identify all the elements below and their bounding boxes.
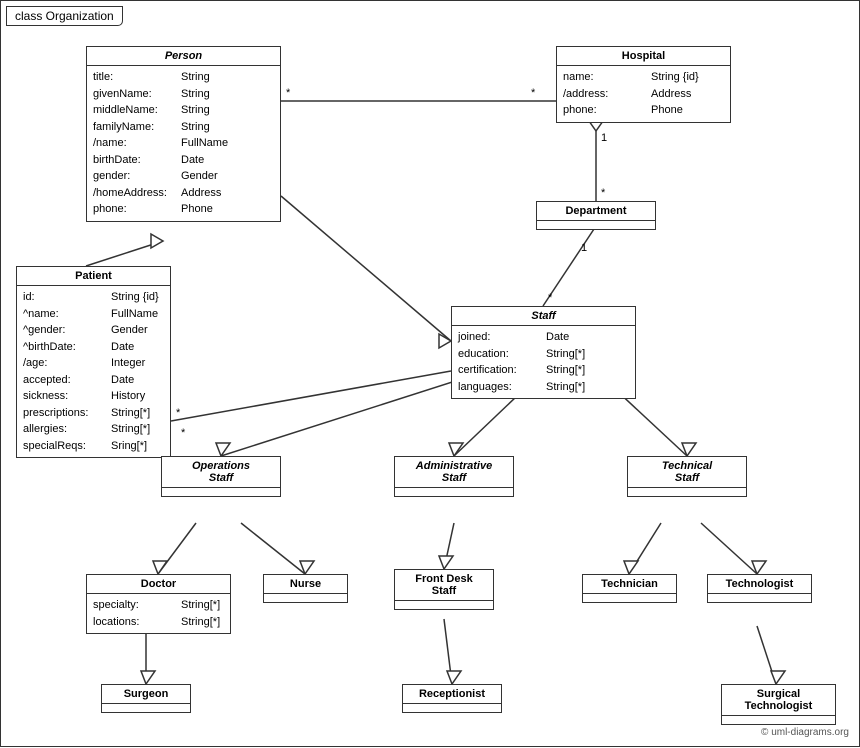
class-admin-staff: Administrative Staff (394, 456, 514, 497)
class-nurse: Nurse (263, 574, 348, 603)
nurse-attrs (264, 594, 347, 602)
technical-staff-attrs (628, 488, 746, 496)
technician-attrs (583, 594, 676, 602)
class-technical-staff: Technical Staff (627, 456, 747, 497)
technologist-attrs (708, 594, 811, 602)
department-attrs (537, 221, 655, 229)
svg-text:1: 1 (601, 132, 607, 144)
technician-header: Technician (583, 575, 676, 594)
staff-header: Staff (452, 307, 635, 326)
doctor-attrs: specialty:String[*] locations:String[*] (87, 594, 230, 633)
class-patient: Patient id:String {id} ^name:FullName ^g… (16, 266, 171, 458)
class-technician: Technician (582, 574, 677, 603)
receptionist-header: Receptionist (403, 685, 501, 704)
svg-text:*: * (601, 187, 606, 199)
department-header: Department (537, 202, 655, 221)
class-surgeon: Surgeon (101, 684, 191, 713)
receptionist-attrs (403, 704, 501, 712)
svg-text:*: * (531, 87, 536, 99)
class-operations-staff: Operations Staff (161, 456, 281, 497)
class-person: Person title:String givenName:String mid… (86, 46, 281, 222)
hospital-attrs: name:String {id} /address:Address phone:… (557, 66, 730, 122)
technologist-header: Technologist (708, 575, 811, 594)
nurse-header: Nurse (264, 575, 347, 594)
copyright: © uml-diagrams.org (761, 727, 849, 738)
class-front-desk: Front Desk Staff (394, 569, 494, 610)
class-staff: Staff joined:Date education:String[*] ce… (451, 306, 636, 399)
surgical-tech-attrs (722, 716, 835, 724)
operations-staff-attrs (162, 488, 280, 496)
diagram-title: class Organization (6, 6, 123, 26)
class-receptionist: Receptionist (402, 684, 502, 713)
patient-header: Patient (17, 267, 170, 286)
svg-text:*: * (176, 407, 181, 419)
svg-text:*: * (548, 292, 553, 304)
svg-text:1: 1 (581, 242, 587, 254)
class-surgical-technologist: Surgical Technologist (721, 684, 836, 725)
surgical-technologist-header: Surgical Technologist (722, 685, 835, 716)
admin-staff-attrs (395, 488, 513, 496)
operations-staff-header: Operations Staff (162, 457, 280, 488)
uml-diagram: * * 1 * 1 * * * (0, 0, 860, 747)
staff-attrs: joined:Date education:String[*] certific… (452, 326, 635, 398)
surgeon-header: Surgeon (102, 685, 190, 704)
hospital-header: Hospital (557, 47, 730, 66)
class-doctor: Doctor specialty:String[*] locations:Str… (86, 574, 231, 634)
class-technologist: Technologist (707, 574, 812, 603)
doctor-header: Doctor (87, 575, 230, 594)
admin-staff-header: Administrative Staff (395, 457, 513, 488)
class-department: Department (536, 201, 656, 230)
front-desk-header: Front Desk Staff (395, 570, 493, 601)
front-desk-attrs (395, 601, 493, 609)
person-header: Person (87, 47, 280, 66)
technical-staff-header: Technical Staff (628, 457, 746, 488)
svg-text:*: * (286, 87, 291, 99)
class-hospital: Hospital name:String {id} /address:Addre… (556, 46, 731, 123)
patient-attrs: id:String {id} ^name:FullName ^gender:Ge… (17, 286, 170, 457)
svg-text:*: * (181, 427, 186, 439)
surgeon-attrs (102, 704, 190, 712)
person-attrs: title:String givenName:String middleName… (87, 66, 280, 221)
